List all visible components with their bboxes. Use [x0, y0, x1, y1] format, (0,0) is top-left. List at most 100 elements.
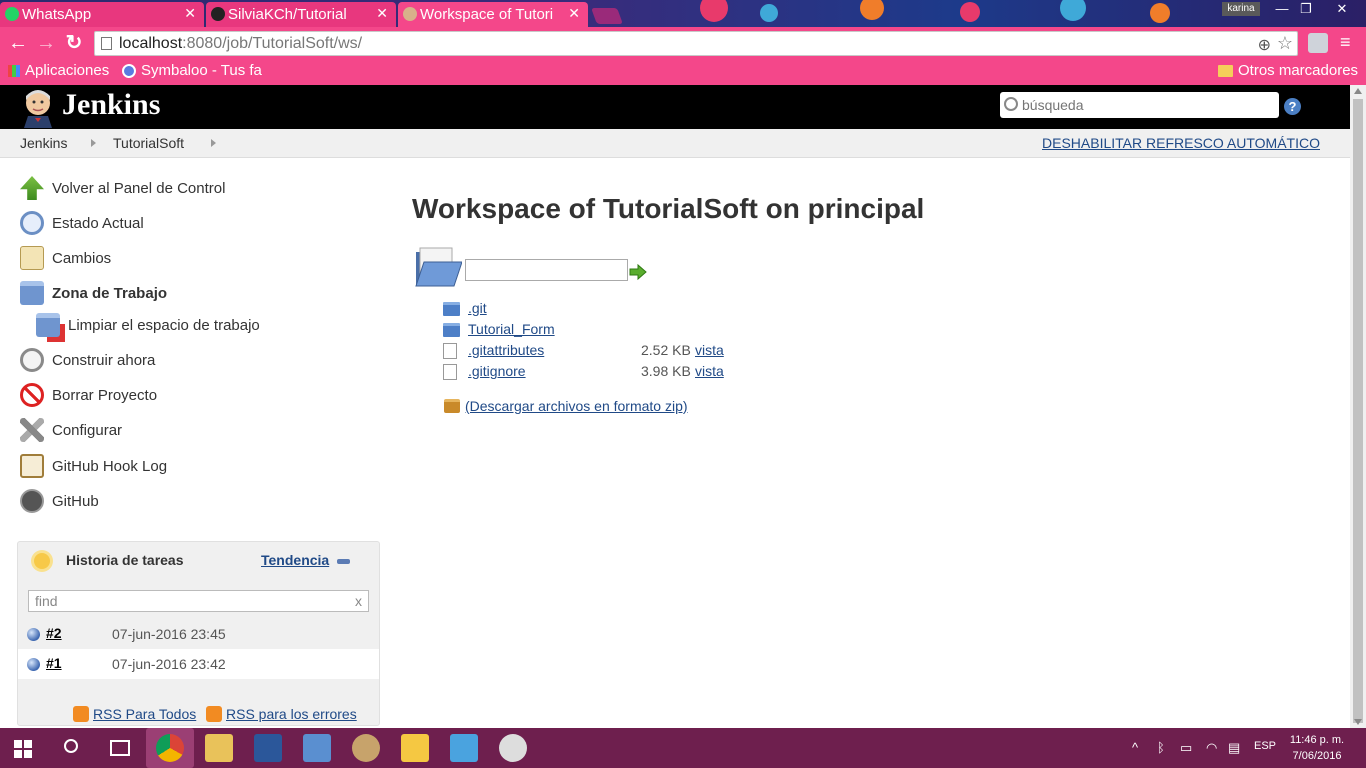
- trend-link[interactable]: Tendencia: [261, 552, 329, 568]
- vertical-scrollbar[interactable]: [1350, 85, 1366, 728]
- scroll-up-icon[interactable]: [1354, 88, 1362, 94]
- build-row[interactable]: #2 07-jun-2016 23:45: [18, 619, 379, 649]
- profile-button[interactable]: karina: [1222, 2, 1260, 16]
- clipboard-icon: [20, 454, 44, 478]
- chrome-icon[interactable]: [156, 734, 184, 762]
- url-path: :8080/job/TutorialSoft/ws/: [182, 35, 363, 52]
- chevron-right-icon[interactable]: [211, 139, 216, 147]
- windows-taskbar: ^ ᛒ ▭ ◠ ▤ ESP 11:46 p. m. 7/06/2016: [0, 728, 1366, 768]
- restore-icon[interactable]: ❐: [1294, 0, 1318, 18]
- workspace-path-input[interactable]: [465, 259, 628, 281]
- task-workspace[interactable]: Zona de Trabajo: [20, 279, 167, 307]
- wallpaper-flower: [760, 4, 778, 22]
- task-github-hook-log[interactable]: GitHub Hook Log: [20, 452, 167, 480]
- breadcrumb-jenkins[interactable]: Jenkins: [20, 135, 67, 151]
- network-app-icon[interactable]: [303, 734, 331, 762]
- task-back-to-dashboard[interactable]: Volver al Panel de Control: [20, 174, 225, 202]
- snipping-tool-icon[interactable]: [499, 734, 527, 762]
- zoom-icon[interactable]: ⊕: [1258, 34, 1271, 57]
- build-find-input[interactable]: find x: [28, 590, 369, 612]
- bookmark-other[interactable]: Otros marcadores: [1218, 62, 1358, 79]
- build-date[interactable]: 07-jun-2016 23:45: [112, 626, 226, 642]
- clear-find-button[interactable]: x: [355, 591, 362, 611]
- url-host: localhost: [119, 35, 183, 52]
- jenkins-title[interactable]: Jenkins: [62, 88, 160, 122]
- folder-icon[interactable]: [401, 734, 429, 762]
- download-zip-link[interactable]: (Descargar archivos en formato zip): [444, 398, 688, 414]
- build-number-link[interactable]: #1: [46, 655, 62, 671]
- close-icon[interactable]: ✕: [184, 5, 196, 22]
- tab-whatsapp[interactable]: WhatsApp ✕: [0, 2, 204, 27]
- task-delete-project[interactable]: Borrar Proyecto: [20, 381, 157, 409]
- wallpaper-flower: [860, 0, 884, 20]
- file-name-link[interactable]: Tutorial_Form: [468, 321, 555, 337]
- open-folder-icon: [415, 247, 462, 287]
- apps-grid-icon: [8, 64, 20, 77]
- folder-icon: [443, 323, 460, 337]
- bluetooth-icon[interactable]: ᛒ: [1157, 740, 1165, 755]
- file-name-link[interactable]: .gitignore: [468, 363, 526, 379]
- page-title: Workspace of TutorialSoft on principal: [412, 193, 925, 224]
- help-icon[interactable]: ?: [1284, 98, 1301, 115]
- bookmark-apps[interactable]: Aplicaciones: [8, 62, 109, 79]
- disable-autorefresh-link[interactable]: DESHABILITAR REFRESCO AUTOMÁTICO: [1042, 135, 1320, 151]
- task-build-now[interactable]: Construir ahora: [20, 346, 155, 374]
- back-icon[interactable]: ←: [6, 31, 30, 55]
- build-row[interactable]: #1 07-jun-2016 23:42: [18, 649, 379, 679]
- breadcrumb-tutorialsoft[interactable]: TutorialSoft: [113, 135, 184, 151]
- paint-icon[interactable]: [352, 734, 380, 762]
- file-explorer-icon[interactable]: [205, 734, 233, 762]
- jenkins-butler-logo[interactable]: [20, 88, 56, 128]
- close-icon[interactable]: ✕: [568, 5, 580, 22]
- windows-start-icon[interactable]: [14, 740, 32, 758]
- task-configure[interactable]: Configurar: [20, 416, 122, 444]
- notification-icon[interactable]: ▤: [1228, 740, 1240, 756]
- file-name-link[interactable]: .git: [468, 300, 487, 316]
- bookmark-symbaloo[interactable]: Symbaloo - Tus fa: [122, 62, 262, 79]
- go-arrow-icon[interactable]: [629, 263, 647, 281]
- task-status[interactable]: Estado Actual: [20, 209, 144, 237]
- magnifier-icon: [20, 211, 44, 235]
- close-icon[interactable]: ✕: [376, 5, 388, 22]
- wifi-icon[interactable]: ◠: [1206, 740, 1217, 756]
- scroll-down-icon[interactable]: [1354, 719, 1362, 725]
- build-number-link[interactable]: #2: [46, 625, 62, 641]
- folder-icon: [443, 302, 460, 316]
- chevron-right-icon[interactable]: [91, 139, 96, 147]
- task-wipe-workspace[interactable]: Limpiar el espacio de trabajo: [36, 311, 260, 339]
- tab-jenkins-workspace[interactable]: Workspace of Tutori ✕: [398, 2, 588, 27]
- clock[interactable]: 11:46 p. m. 7/06/2016: [1286, 732, 1348, 764]
- task-label: Borrar Proyecto: [52, 386, 158, 404]
- chevron-up-icon[interactable]: ^: [1132, 740, 1138, 755]
- forward-icon[interactable]: →: [34, 31, 58, 55]
- rss-failures-link[interactable]: RSS para los errores: [206, 706, 357, 722]
- search-input[interactable]: [1000, 92, 1279, 118]
- task-view-icon[interactable]: [110, 740, 130, 756]
- breadcrumb: Jenkins TutorialSoft DESHABILITAR REFRES…: [0, 129, 1350, 158]
- minimize-icon[interactable]: —: [1270, 0, 1294, 18]
- collapse-icon[interactable]: [337, 559, 350, 564]
- rss-all-link[interactable]: RSS Para Todos: [73, 706, 196, 722]
- address-bar[interactable]: localhost:8080/job/TutorialSoft/ws/ ⊕ ☆: [94, 31, 1298, 56]
- battery-icon[interactable]: ▭: [1180, 740, 1192, 756]
- new-tab-button[interactable]: [591, 8, 623, 24]
- task-github[interactable]: GitHub: [20, 487, 99, 515]
- search-icon[interactable]: [64, 739, 78, 753]
- file-view-link[interactable]: vista: [695, 342, 724, 358]
- reload-icon[interactable]: ↻: [62, 31, 86, 55]
- close-window-icon[interactable]: ✕: [1330, 0, 1354, 18]
- build-date[interactable]: 07-jun-2016 23:42: [112, 656, 226, 672]
- tab-github[interactable]: SilviaKCh/Tutorial ✕: [206, 2, 396, 27]
- bookmarks-bar: Aplicaciones Symbaloo - Tus fa Otros mar…: [0, 59, 1366, 85]
- task-changes[interactable]: Cambios: [20, 244, 111, 272]
- control-panel-icon[interactable]: [450, 734, 478, 762]
- extension-icon[interactable]: [1308, 33, 1328, 53]
- scroll-thumb[interactable]: [1353, 99, 1363, 723]
- language-indicator[interactable]: ESP: [1254, 740, 1276, 752]
- word-icon[interactable]: [254, 734, 282, 762]
- file-view-link[interactable]: vista: [695, 363, 724, 379]
- star-icon[interactable]: ☆: [1277, 32, 1293, 55]
- file-name-link[interactable]: .gitattributes: [468, 342, 544, 358]
- menu-icon[interactable]: ≡: [1340, 33, 1358, 51]
- package-icon: [444, 399, 460, 413]
